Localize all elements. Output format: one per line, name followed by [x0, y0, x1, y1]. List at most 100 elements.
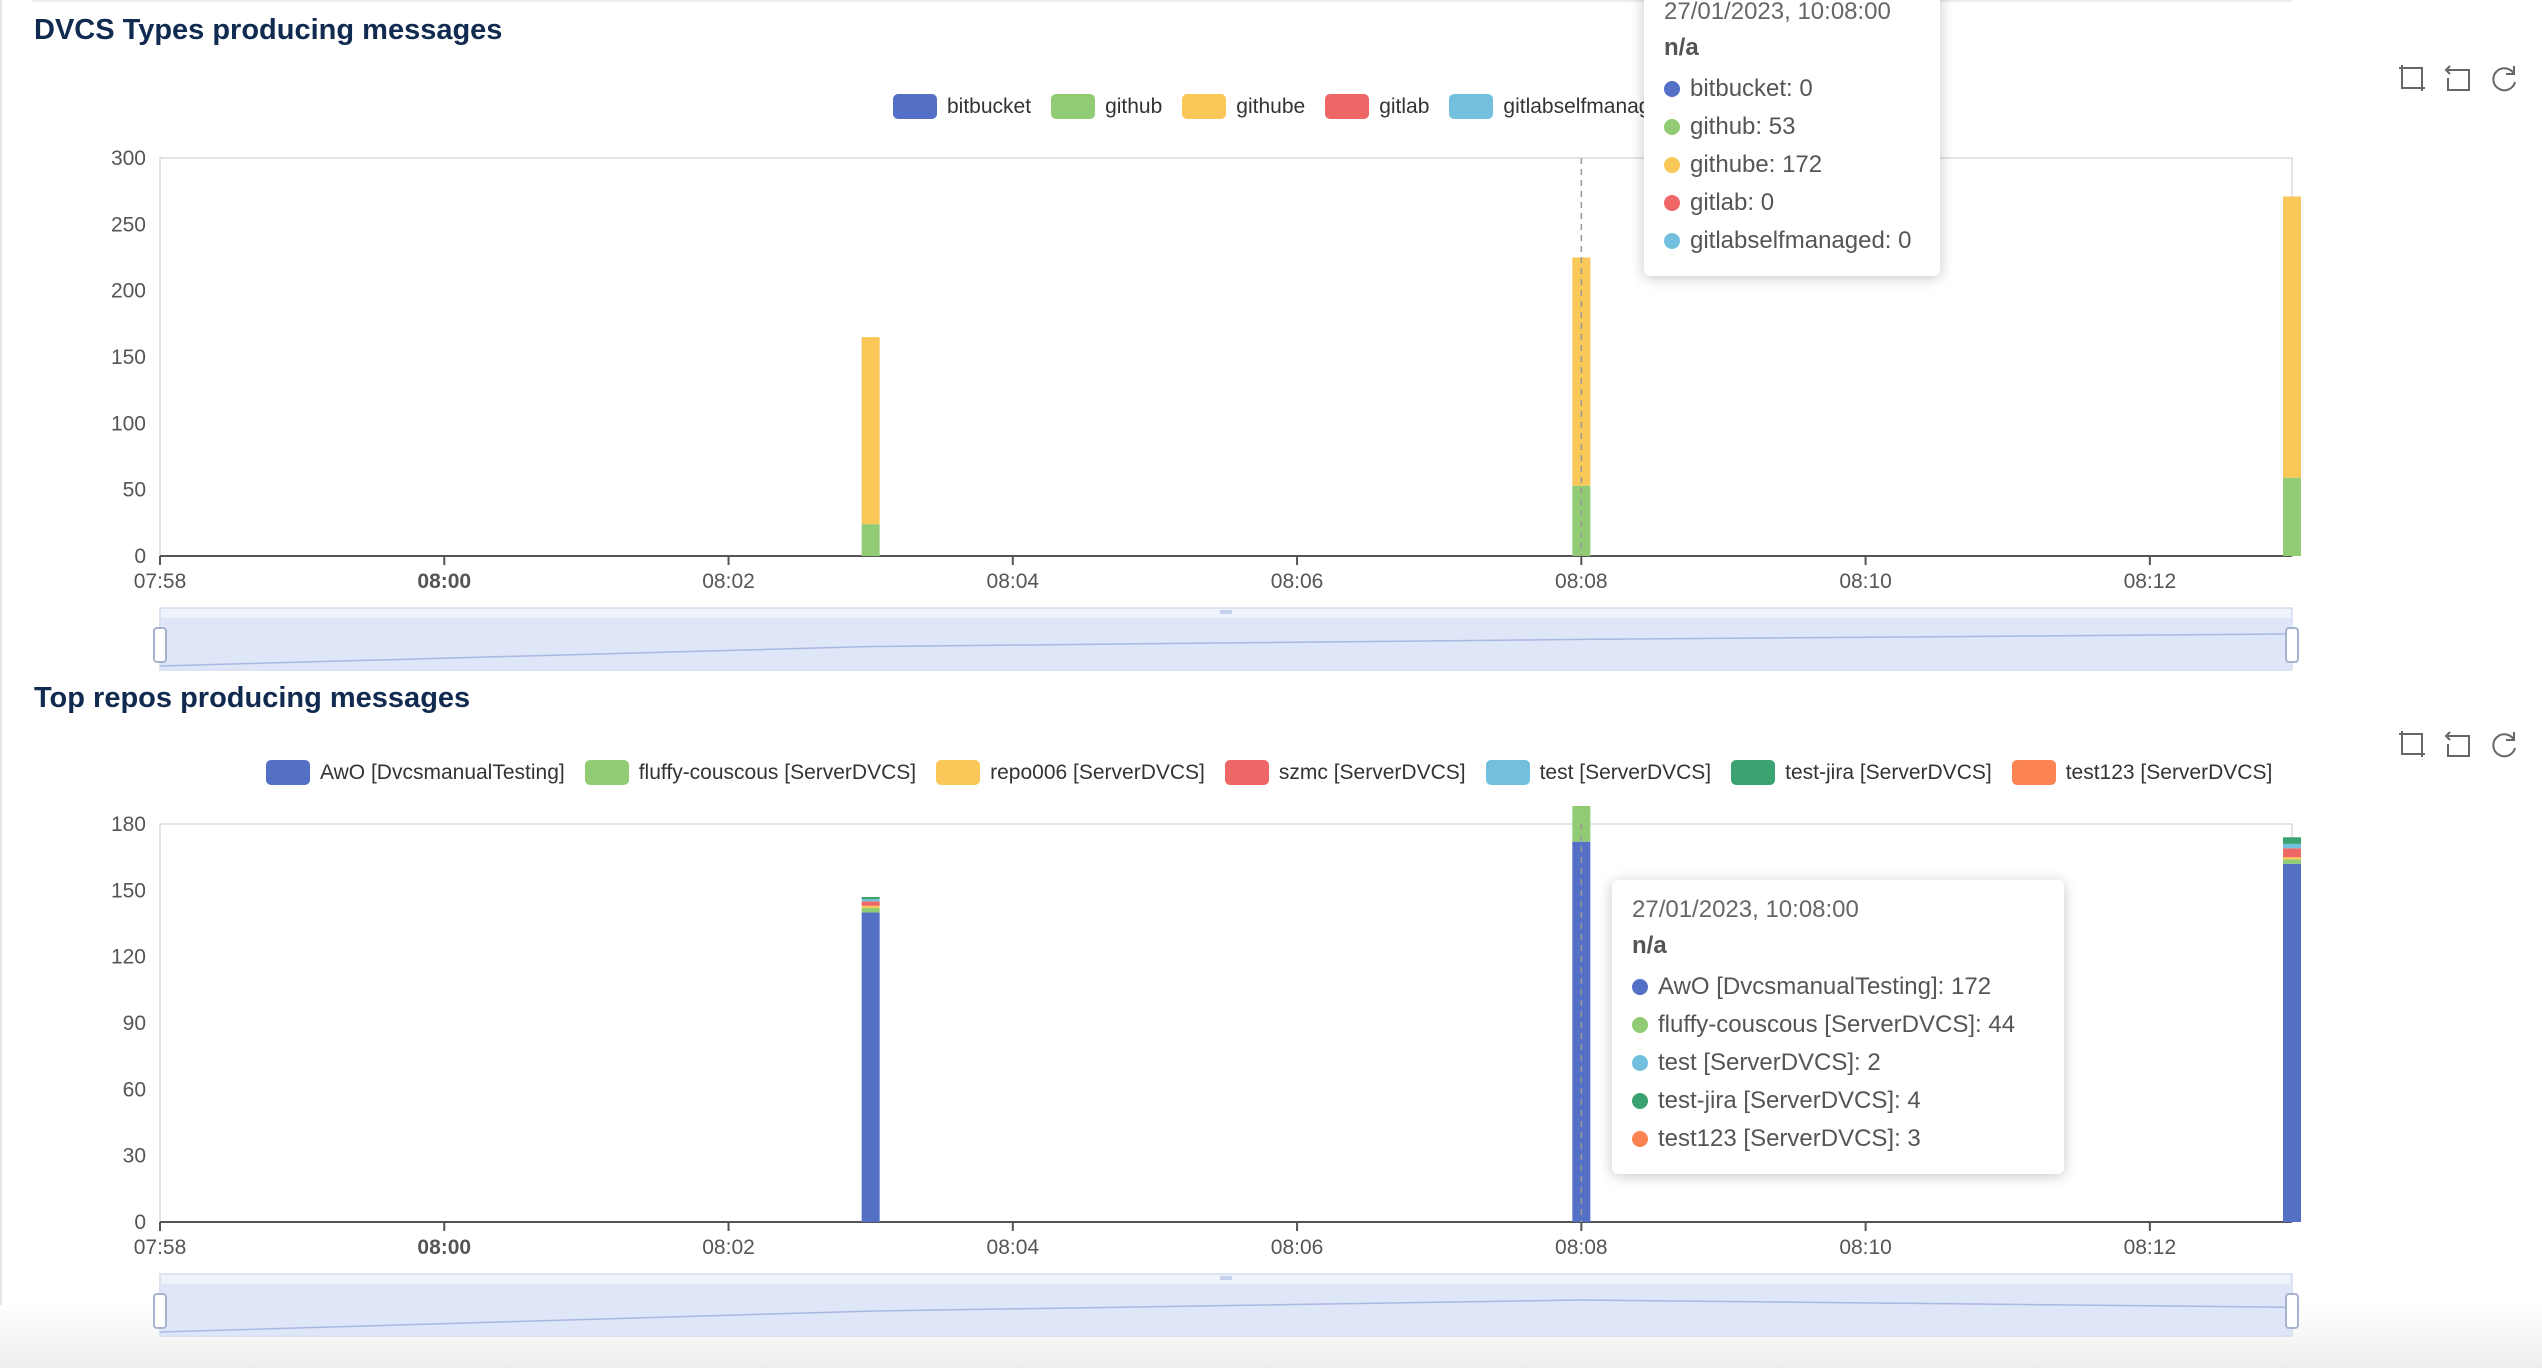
bar-github[interactable]: [861, 524, 880, 556]
y-tick-label: 90: [123, 1012, 146, 1035]
y-tick-label: 60: [123, 1078, 146, 1101]
legend-swatch: [1051, 94, 1096, 119]
legend-item-gitlabselfmanaged[interactable]: gitlabselfmanaged: [1449, 94, 1674, 119]
bar-szmc-serverdvcs[interactable]: [2283, 848, 2301, 858]
bar-githube[interactable]: [861, 337, 880, 525]
panel-title-dvcs-types: DVCS Types producing messages: [34, 14, 503, 46]
plot-area: [159, 157, 2293, 557]
tooltip-row: githube: 172: [1664, 146, 1920, 184]
chart-dvcs-types: 0 50 100 150 200 250 300 07:58 08:00 08:02 08:04 08…: [111, 147, 2301, 671]
restore-icon[interactable]: [2488, 728, 2520, 760]
tooltip-row: bitbucket: 0: [1664, 70, 1920, 108]
legend-item-gitlab[interactable]: gitlab: [1325, 94, 1429, 119]
legend-label: szmc [ServerDVCS]: [1278, 760, 1466, 784]
x-tick-label: 08:06: [1271, 570, 1324, 593]
legend-item-test123-serverdvcs[interactable]: test123 [ServerDVCS]: [2011, 760, 2272, 785]
y-tick-label: 150: [111, 346, 146, 369]
tooltip-header: 27/01/2023, 10:08:00: [1664, 0, 1891, 25]
x-tick-label: 08:02: [702, 570, 755, 593]
y-tick-label: 0: [134, 1211, 146, 1234]
x-tick-label: 07:58: [134, 1236, 187, 1259]
tooltip-dot: [1632, 979, 1648, 995]
restore-icon[interactable]: [2488, 62, 2520, 94]
bar-test-serverdvcs[interactable]: [2283, 843, 2301, 849]
legend-swatch: [1325, 94, 1370, 119]
bar-test-jira-serverdvcs[interactable]: [861, 896, 880, 900]
legend-item-test-serverdvcs[interactable]: test [ServerDVCS]: [1485, 760, 1712, 785]
datazoom-handle[interactable]: [2285, 1293, 2299, 1329]
datazoom-selection[interactable]: [160, 618, 2292, 670]
bar-github[interactable]: [2283, 477, 2301, 556]
tooltip-rows: AwO [DvcsmanualTesting]: 172 fluffy-cousc…: [1632, 968, 2044, 1158]
tooltip-row-label: test123 [ServerDVCS]: 3: [1658, 1125, 1921, 1152]
datazoom-move-handle[interactable]: [1220, 610, 1232, 614]
x-tick-label: 08:08: [1555, 570, 1608, 593]
legend-item-github[interactable]: github: [1051, 94, 1162, 119]
legend-swatch: [1485, 760, 1530, 785]
tooltip-dot: [1632, 1093, 1648, 1109]
y-tick-label: 150: [111, 879, 146, 902]
tooltip-header: 27/01/2023, 10:08:00: [1632, 896, 1859, 923]
tooltip-row: gitlab: 0: [1664, 184, 1920, 222]
bar-awo-dvcsmanualtesting[interactable]: [1572, 841, 1591, 1222]
bar-awo-dvcsmanualtesting[interactable]: [861, 912, 880, 1222]
tooltip-subheader: n/a: [1632, 932, 1667, 959]
zoom-icon[interactable]: [2396, 728, 2428, 760]
tooltip-rows: bitbucket: 0 github: 53 githube: 172 gitlab…: [1664, 70, 1920, 260]
chart-toolbox-1: [2396, 62, 2520, 94]
datazoom-handle[interactable]: [153, 627, 167, 663]
bar-test-serverdvcs[interactable]: [861, 899, 880, 902]
y-tick-label: 200: [111, 280, 146, 303]
legend-item-fluffy-couscous-serverdvcs[interactable]: fluffy-couscous [ServerDVCS]: [584, 760, 916, 785]
x-tick-label: 08:12: [2124, 570, 2177, 593]
y-tick-label: 50: [123, 479, 146, 502]
legend-item-githube[interactable]: githube: [1182, 94, 1305, 119]
zoom-icon[interactable]: [2396, 62, 2428, 94]
x-tick-label: 08:10: [1839, 1236, 1892, 1259]
legend-swatch: [1449, 94, 1494, 119]
datazoom-handle[interactable]: [153, 1293, 167, 1329]
chart-top-repos: 0 30 60 90 120 150 180 07:58 08:00 08:02 08:04 08:0…: [111, 806, 2301, 1337]
tooltip-row-label: fluffy-couscous [ServerDVCS]: 44: [1658, 1011, 2016, 1038]
legend-label: bitbucket: [947, 94, 1032, 118]
datazoom-handle[interactable]: [2285, 627, 2299, 663]
bar-szmc-serverdvcs[interactable]: [861, 901, 880, 906]
y-tick-label: 0: [134, 545, 146, 568]
legend-swatch: [266, 760, 310, 785]
bar-fluffy-couscous-serverdvcs[interactable]: [2283, 859, 2301, 864]
bar-repo006-serverdvcs[interactable]: [861, 905, 880, 909]
tooltip-row: test [ServerDVCS]: 2: [1632, 1044, 2044, 1082]
tooltip-row: github: 53: [1664, 108, 1920, 146]
tooltip-row-label: test-jira [ServerDVCS]: 4: [1658, 1087, 1921, 1114]
y-tick-label: 250: [111, 213, 146, 236]
x-tick-label: 07:58: [134, 570, 187, 593]
bar-test-jira-serverdvcs[interactable]: [2283, 837, 2301, 844]
datazoom-selection[interactable]: [160, 1284, 2292, 1336]
legend-item-szmc-serverdvcs[interactable]: szmc [ServerDVCS]: [1224, 760, 1466, 785]
bar-awo-dvcsmanualtesting[interactable]: [2283, 863, 2301, 1222]
tooltip-dot: [1632, 1131, 1648, 1147]
tooltip-row: test123 [ServerDVCS]: 3: [1632, 1120, 2044, 1158]
legend-item-test-jira-serverdvcs[interactable]: test-jira [ServerDVCS]: [1731, 760, 1992, 785]
tooltip-dot: [1664, 81, 1680, 97]
datazoom-move-handle[interactable]: [1220, 1276, 1232, 1280]
legend-label: test [ServerDVCS]: [1539, 760, 1712, 784]
y-tick-label: 120: [111, 946, 146, 969]
tooltip-row: test-jira [ServerDVCS]: 4: [1632, 1082, 2044, 1120]
tooltip-dot: [1632, 1017, 1648, 1033]
y-tick-label: 100: [111, 412, 146, 435]
zoom-reset-icon[interactable]: [2442, 728, 2474, 760]
legend-swatch: [2011, 760, 2056, 785]
legend-item-awo-dvcsmanualtesting[interactable]: AwO [DvcsmanualTesting]: [266, 760, 565, 785]
tooltip-row-label: githube: 172: [1690, 151, 1823, 178]
tooltip-subheader: n/a: [1664, 34, 1699, 61]
legend-top-repos: AwO [DvcsmanualTesting] fluffy-couscous […: [266, 760, 2272, 785]
legend-item-repo006-serverdvcs[interactable]: repo006 [ServerDVCS]: [936, 760, 1205, 785]
zoom-reset-icon[interactable]: [2442, 62, 2474, 94]
bar-repo006-serverdvcs[interactable]: [2283, 857, 2301, 860]
bar-githube[interactable]: [2283, 196, 2301, 478]
bar-fluffy-couscous-serverdvcs[interactable]: [861, 908, 880, 913]
x-tick-label: 08:12: [2124, 1236, 2177, 1259]
legend-item-bitbucket[interactable]: bitbucket: [893, 94, 1031, 119]
legend-label: repo006 [ServerDVCS]: [990, 760, 1205, 784]
